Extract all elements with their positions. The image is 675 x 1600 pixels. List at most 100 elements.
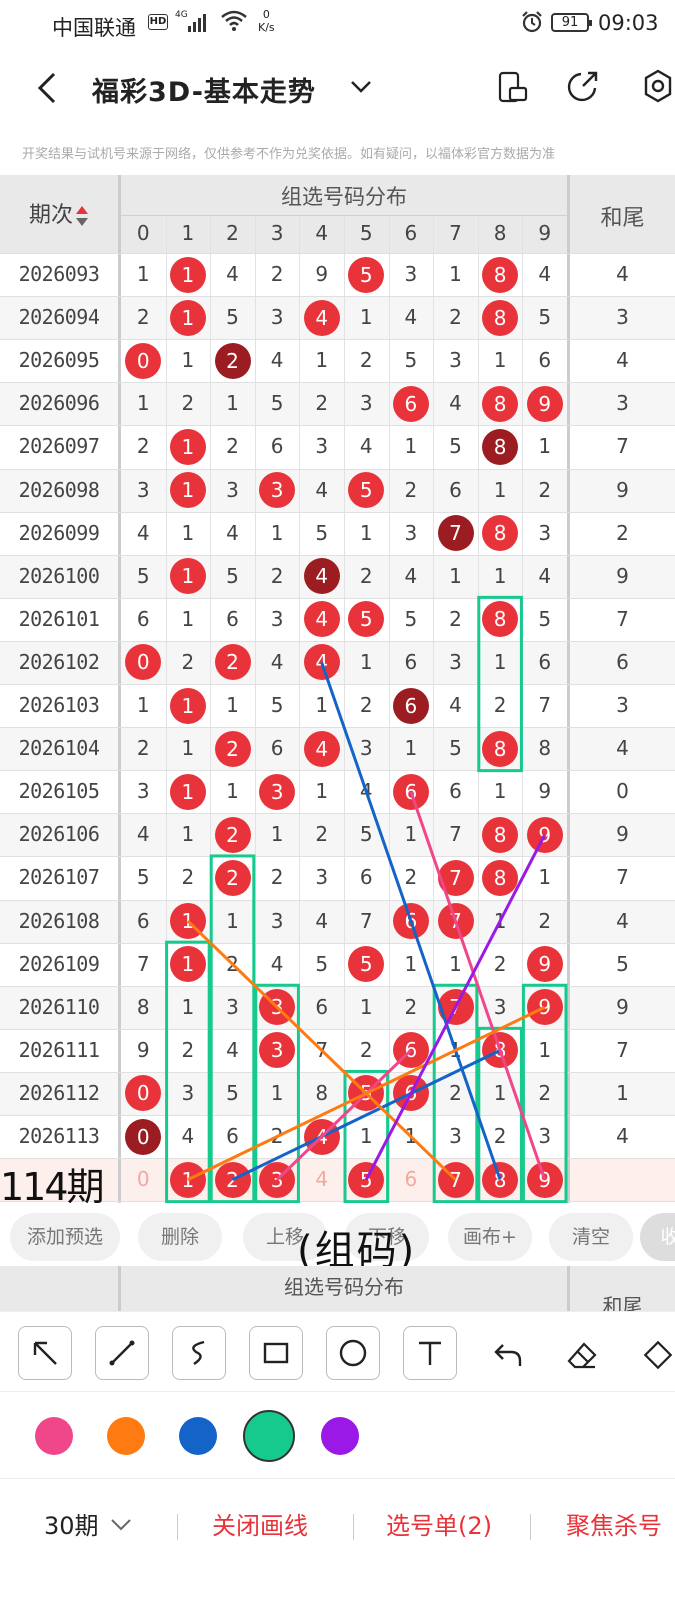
number-cell: 9 [136,1037,150,1062]
number-ball: 1 [169,428,206,465]
number-cell: 3 [315,865,329,890]
tail-cell: 3 [616,693,629,717]
number-cell: 4 [315,908,329,933]
number-ball: 6 [392,687,429,724]
number-ball: 6 [392,773,429,810]
delete-button[interactable]: 删除 [138,1213,222,1261]
disclaimer-text: 开奖结果与试机号来源于网络，仅供参考不作为兑奖依据。如有疑问，以福体彩官方数据为… [22,147,556,162]
number-ball[interactable]: 7 [437,1161,474,1198]
sort-icon[interactable] [75,205,89,227]
number-cell: 2 [404,865,418,890]
number-cell: 1 [404,951,418,976]
number-cell[interactable]: 4 [299,1167,344,1191]
digit-header: 5 [359,221,373,245]
color-swatch[interactable] [179,1417,217,1455]
collapse-button[interactable]: 收 [640,1213,675,1261]
color-swatch[interactable] [321,1417,359,1455]
number-cell[interactable]: 0 [121,1167,166,1191]
number-ball: 0 [125,342,162,379]
digit-header: 8 [493,221,507,245]
number-cell: 1 [493,649,507,674]
row-line [0,425,675,427]
color-swatch[interactable] [243,1410,295,1462]
line-tool-icon[interactable] [95,1326,149,1380]
number-ball[interactable]: 5 [348,1161,385,1198]
number-cell: 1 [315,779,329,804]
more-tool-icon[interactable] [643,1340,675,1370]
page-title[interactable]: 福彩3D-基本走势 [92,70,316,109]
row-line [0,296,675,298]
row-line [0,1115,675,1116]
row-line [0,382,675,384]
number-ball[interactable]: 8 [482,1161,519,1198]
number-cell: 1 [493,563,507,588]
number-ball[interactable]: 2 [214,1161,251,1198]
number-cell: 3 [449,348,462,373]
close-drawing-button[interactable]: 关闭画线 [212,1506,308,1541]
number-ball: 1 [169,903,206,940]
number-ball: 3 [259,472,296,509]
settings-icon[interactable] [640,68,675,104]
number-ball: 1 [169,256,206,293]
number-cell[interactable]: 6 [389,1167,434,1191]
number-cell: 2 [315,391,329,416]
number-cell: 2 [449,1080,462,1105]
period-cell: 2026107 [18,865,100,890]
tail-cell: 9 [616,477,629,502]
number-ball: 4 [303,644,340,681]
number-cell: 4 [404,563,418,588]
pick-list-button[interactable]: 选号单(2) [386,1506,492,1541]
number-ball: 9 [526,946,563,983]
color-swatch[interactable] [107,1417,145,1455]
number-cell: 1 [493,779,507,804]
phone-rotate-icon[interactable] [495,70,529,104]
digit-header: 1 [181,221,195,245]
number-cell: 3 [359,391,373,416]
chevron-down-icon[interactable] [110,1518,132,1532]
digit-header: 4 [315,221,329,245]
color-palette [0,1391,675,1479]
number-ball: 8 [482,859,519,896]
focus-kill-button[interactable]: 聚焦杀号 [566,1506,662,1541]
number-cell: 1 [493,1080,507,1105]
freehand-tool-icon[interactable] [172,1326,226,1380]
number-cell: 3 [449,1124,462,1148]
period-header[interactable]: 期次 [0,197,118,229]
row-line [0,727,675,729]
number-cell: 1 [404,822,418,847]
undo-icon[interactable] [493,1340,523,1370]
text-tool-icon[interactable] [403,1326,457,1380]
network-type: 4G [175,10,188,20]
bottom-bar: 30期 关闭画线 选号单(2) 聚焦杀号 [0,1480,675,1600]
clear-button[interactable]: 清空 [549,1213,633,1261]
period-cell: 2026109 [18,951,100,976]
number-cell: 3 [538,1124,552,1148]
circle-tool-icon[interactable] [326,1326,380,1380]
number-cell: 5 [538,305,552,330]
number-ball: 9 [526,385,563,422]
number-ball[interactable]: 9 [526,1161,563,1198]
chevron-down-icon[interactable] [348,74,374,100]
color-swatch[interactable] [35,1417,73,1455]
number-cell: 2 [270,262,284,286]
eraser-icon[interactable] [566,1340,598,1370]
arrow-tool-icon[interactable] [18,1326,72,1380]
number-cell: 3 [270,908,284,933]
tail-cell: 9 [616,563,629,588]
period-cell: 2026104 [18,736,100,761]
number-ball[interactable]: 1 [169,1161,206,1198]
number-ball: 4 [303,299,340,336]
period-count-selector[interactable]: 30期 [44,1506,99,1541]
canvas-plus-button[interactable]: 画布+ [448,1213,532,1261]
number-ball[interactable]: 3 [259,1161,296,1198]
back-arrow-icon[interactable] [30,68,70,108]
number-cell: 1 [181,606,195,631]
number-ball: 1 [169,472,206,509]
number-cell: 1 [449,563,462,588]
number-ball: 1 [169,946,206,983]
number-cell: 4 [404,305,418,330]
rectangle-tool-icon[interactable] [249,1326,303,1380]
add-preselect-button[interactable]: 添加预选 [10,1213,120,1261]
share-icon[interactable] [565,68,601,104]
number-cell: 1 [449,951,462,976]
